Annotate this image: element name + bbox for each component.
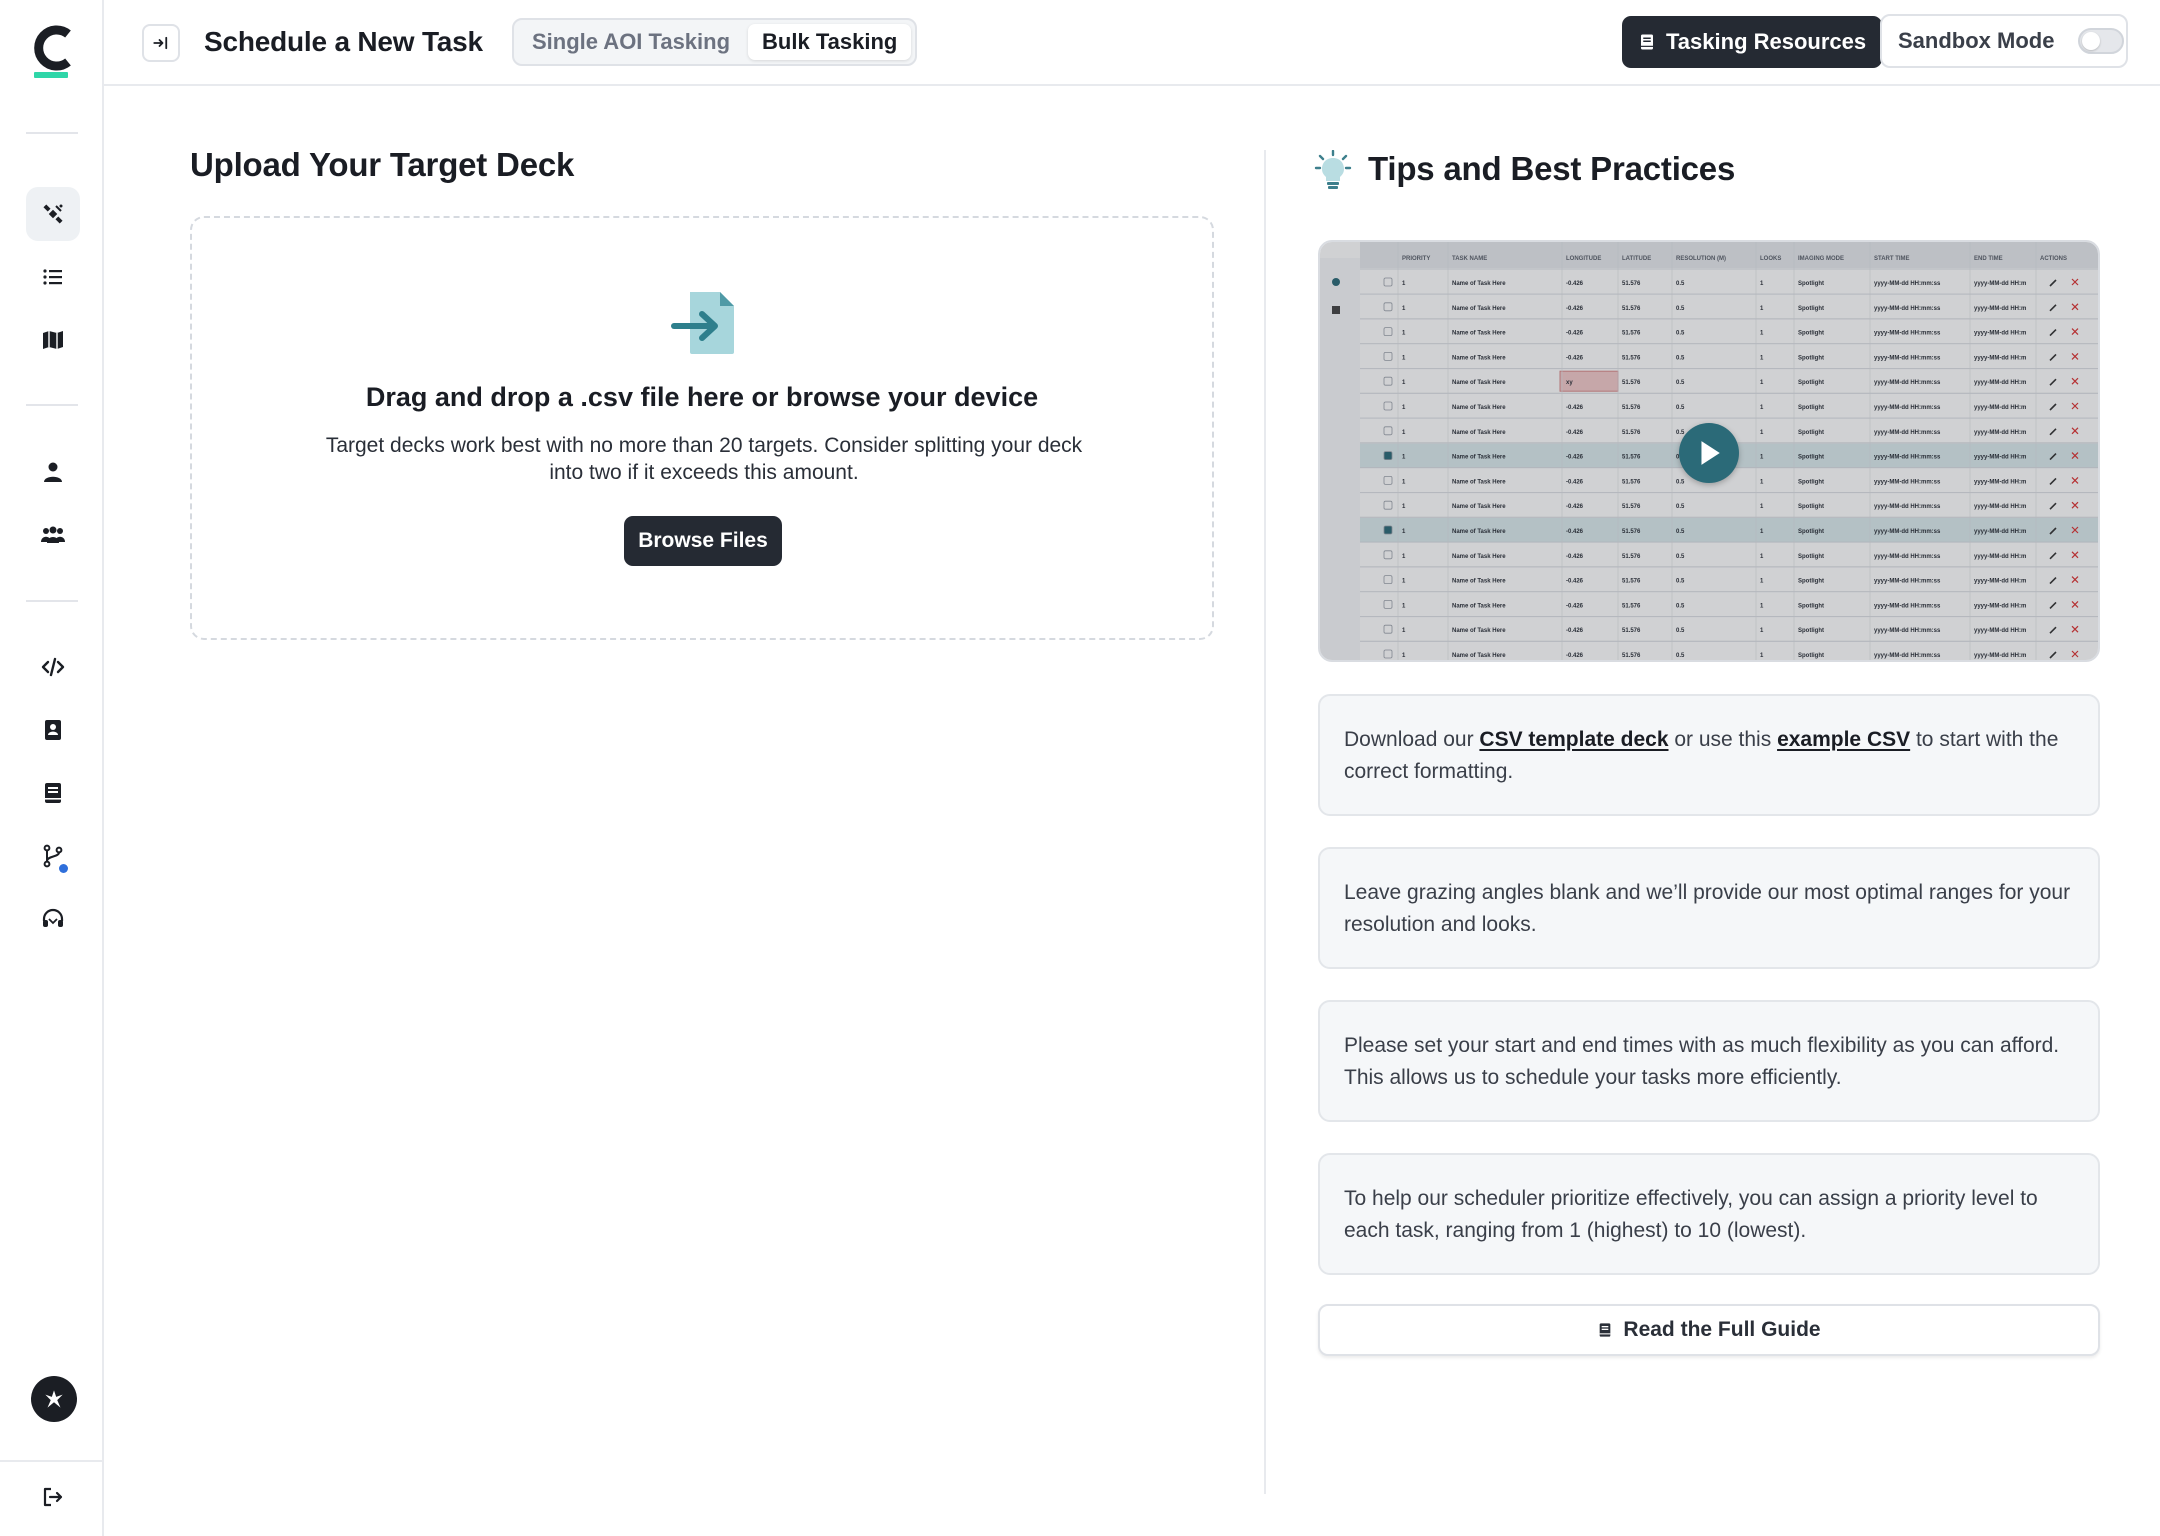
logout-button[interactable] bbox=[26, 1470, 80, 1524]
example-csv-link[interactable]: example CSV bbox=[1777, 728, 1910, 751]
list-icon bbox=[43, 269, 62, 285]
users-group-icon bbox=[41, 526, 65, 543]
sandbox-mode-control: Sandbox Mode bbox=[1880, 14, 2128, 68]
satellite-logo-icon bbox=[45, 1390, 63, 1408]
dropzone-description: Target decks work best with no more than… bbox=[325, 434, 1083, 484]
book-icon bbox=[1600, 1323, 1611, 1337]
tip-text: Download our bbox=[1344, 728, 1480, 751]
tab-single-aoi[interactable]: Single AOI Tasking bbox=[518, 24, 744, 60]
read-full-guide-button[interactable]: Read the Full Guide bbox=[1318, 1304, 2100, 1356]
sidebar-toggle-button[interactable] bbox=[142, 24, 180, 62]
tip-card-priority: To help our scheduler prioritize effecti… bbox=[1318, 1153, 2100, 1275]
notification-dot bbox=[59, 864, 68, 873]
logout-icon bbox=[43, 1487, 63, 1507]
sidebar-divider bbox=[26, 132, 78, 134]
tip-card-time-window: Please set your start and end times with… bbox=[1318, 1000, 2100, 1122]
file-import-icon bbox=[671, 292, 734, 354]
read-full-guide-label: Read the Full Guide bbox=[1623, 1318, 1821, 1341]
sidebar-item-support[interactable] bbox=[26, 892, 80, 946]
map-icon bbox=[43, 331, 63, 349]
play-icon bbox=[1701, 441, 1720, 465]
sandbox-mode-label: Sandbox Mode bbox=[1898, 28, 2055, 53]
tutorial-video[interactable]: PRIORITY TASK NAME LONGITUDE LATITUDE RESOLU… bbox=[1318, 240, 2100, 662]
sidebar-item-map[interactable] bbox=[26, 313, 80, 367]
tasking-resources-label: Tasking Resources bbox=[1666, 29, 1867, 54]
sidebar-item-changelog[interactable] bbox=[26, 829, 80, 883]
sidebar-item-tasks-list[interactable] bbox=[26, 250, 80, 304]
sidebar-item-team[interactable] bbox=[26, 508, 80, 562]
code-icon bbox=[41, 657, 65, 677]
avatar[interactable] bbox=[31, 1376, 77, 1422]
top-header: Schedule a New Task Single AOI Tasking B… bbox=[104, 0, 2160, 86]
tip-card-template: Download our CSV template deck or use th… bbox=[1318, 694, 2100, 816]
app-logo[interactable] bbox=[30, 24, 74, 80]
user-icon bbox=[44, 462, 62, 482]
play-button[interactable] bbox=[1679, 423, 1739, 483]
sidebar-divider bbox=[0, 1460, 104, 1462]
csv-dropzone[interactable]: Drag and drop a .csv file here or browse… bbox=[190, 216, 1214, 640]
tip-card-grazing-angles: Leave grazing angles blank and we’ll pro… bbox=[1318, 847, 2100, 969]
csv-template-link[interactable]: CSV template deck bbox=[1479, 728, 1668, 751]
lightbulb-icon bbox=[1314, 150, 1352, 189]
tip-text: Leave grazing angles blank and we’ll pro… bbox=[1344, 881, 2071, 936]
sidebar-item-account[interactable] bbox=[26, 445, 80, 499]
sandbox-mode-toggle[interactable] bbox=[2078, 28, 2125, 54]
tasking-resources-button[interactable]: Tasking Resources bbox=[1622, 16, 1883, 68]
tip-text: To help our scheduler prioritize effecti… bbox=[1344, 1187, 2038, 1242]
column-divider bbox=[1264, 150, 1266, 1494]
sidebar-item-api-docs[interactable] bbox=[26, 703, 80, 757]
sidebar-item-tasking[interactable] bbox=[26, 187, 80, 241]
sidebar-divider bbox=[26, 600, 78, 602]
tip-text: or use this bbox=[1668, 728, 1778, 751]
satellite-icon bbox=[43, 204, 63, 224]
tips-section-title: Tips and Best Practices bbox=[1368, 150, 1736, 187]
expand-right-icon bbox=[153, 36, 168, 50]
tip-text: Please set your start and end times with… bbox=[1344, 1034, 2060, 1089]
tasking-mode-tabs: Single AOI Tasking Bulk Tasking bbox=[512, 18, 918, 66]
tab-bulk-tasking[interactable]: Bulk Tasking bbox=[748, 24, 912, 60]
sidebar-divider bbox=[26, 404, 78, 406]
sidebar-item-docs[interactable] bbox=[26, 766, 80, 820]
page-title: Schedule a New Task bbox=[204, 26, 483, 57]
headset-icon bbox=[42, 908, 64, 927]
dropzone-heading: Drag and drop a .csv file here or browse… bbox=[365, 382, 1039, 412]
book-icon bbox=[1641, 34, 1653, 50]
upload-section-title: Upload Your Target Deck bbox=[190, 146, 575, 183]
book-icon bbox=[45, 783, 61, 803]
sidebar bbox=[0, 0, 104, 1536]
browse-files-button[interactable]: Browse Files bbox=[624, 516, 782, 566]
sidebar-item-api[interactable] bbox=[26, 640, 80, 694]
book-account-icon bbox=[45, 720, 61, 740]
